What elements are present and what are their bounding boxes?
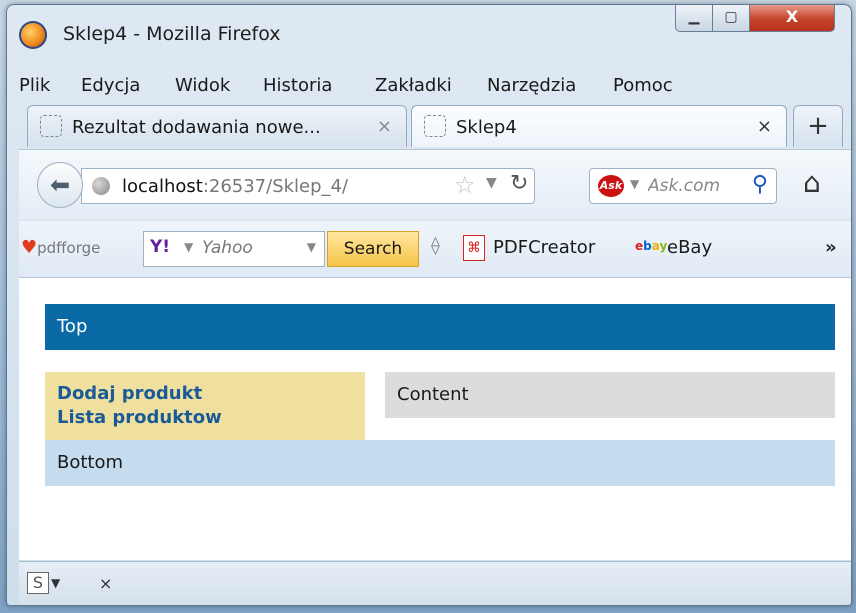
menu-bar: Plik Edycja Widok Historia Zakładki Narz… [7,67,851,103]
reload-icon[interactable]: ↻ [510,171,528,196]
ask-logo-icon[interactable]: Ask [598,175,624,197]
home-icon[interactable]: ⌂ [803,166,821,199]
globe-icon [92,177,110,195]
menu-item-pomoc[interactable]: Pomoc [613,75,673,96]
ebay-icon: ebay [635,239,668,253]
menu-item-plik[interactable]: Plik [19,75,50,96]
menu-item-zakladki[interactable]: Zakładki [375,75,452,96]
link-lista-produktow[interactable]: Lista produktow [57,406,353,430]
tab-label: Sklep4 [456,117,517,138]
page-content: Content [385,372,835,418]
bookmark-star-icon[interactable]: ☆ [454,171,476,199]
tab-sklep4[interactable]: Sklep4 × [411,105,787,147]
url-text: localhost:26537/Sklep_4/ [122,176,348,197]
title-bar: Sklep4 - Mozilla Firefox ▁ ▢ X [7,5,851,63]
url-bar[interactable]: localhost:26537/Sklep_4/ ☆ ▼ ↻ [81,168,535,204]
tab-rezultat[interactable]: Rezultat dodawania nowe... × [27,105,407,147]
link-dodaj-produkt[interactable]: Dodaj produkt [57,382,353,406]
addon-dropdown-icon[interactable]: ▼ [51,576,60,590]
search-input[interactable]: Ask.com [648,176,742,196]
bookmarks-toolbar: ♥pdfforge Y! ▼ Yahoo ▼ Search ⟠ ⌘ PDFCre… [19,221,851,278]
url-host: localhost [122,176,203,197]
minimize-button[interactable]: ▁ [675,5,713,32]
search-engine-dropdown-icon[interactable]: ▼ [630,177,639,191]
pdfcreator-icon: ⌘ [463,235,485,261]
yahoo-search-box[interactable]: Y! ▼ Yahoo ▼ [143,231,325,267]
window-title: Sklep4 - Mozilla Firefox [63,23,281,45]
yahoo-engine-dropdown-icon[interactable]: ▼ [184,240,193,254]
url-path: :26537/Sklep_4/ [202,176,349,197]
page-bottom-bar: Bottom [45,440,835,486]
page-top-bar: Top [45,304,835,350]
tab-close-icon[interactable]: × [757,116,772,137]
maximize-button[interactable]: ▢ [712,5,750,32]
tab-label: Rezultat dodawania nowe... [72,117,321,138]
firefox-logo-icon[interactable] [19,21,47,49]
yahoo-search-input[interactable]: Yahoo [202,238,253,258]
addon-bar: S ▼ × [19,561,851,605]
yahoo-logo-icon: Y! [150,237,171,257]
menu-item-edycja[interactable]: Edycja [81,75,140,96]
history-dropdown-icon[interactable]: ▼ [486,175,497,191]
page-icon [40,115,62,137]
tab-close-icon[interactable]: × [377,116,392,137]
page-icon [424,115,446,137]
pdfforge-heart-icon: ♥ [21,237,38,258]
toolbar-separator-icon: ⟠ [431,235,440,256]
yahoo-history-dropdown-icon[interactable]: ▼ [307,240,316,254]
addon-s-icon[interactable]: S [27,572,49,594]
back-button[interactable]: ⬅ [37,162,83,208]
more-bookmarks-chevron-icon[interactable]: » [825,237,837,258]
page-viewport: Top Dodaj produkt Lista produktow Conten… [19,278,851,560]
new-tab-button[interactable]: + [793,105,843,147]
search-box[interactable]: Ask ▼ Ask.com ⚲ [589,168,777,204]
addon-bar-close-icon[interactable]: × [99,574,112,593]
menu-item-historia[interactable]: Historia [263,75,332,96]
navigation-toolbar: localhost:26537/Sklep_4/ ☆ ▼ ↻ ⬅ Ask ▼ A… [19,149,851,220]
ebay-link[interactable]: eBay [667,237,712,258]
menu-item-narzedzia[interactable]: Narzędzia [487,75,576,96]
pdfforge-logo[interactable]: ♥pdfforge [21,237,100,258]
search-icon[interactable]: ⚲ [752,172,768,197]
pdfcreator-link[interactable]: PDFCreator [493,237,595,258]
firefox-window: Sklep4 - Mozilla Firefox ▁ ▢ X Plik Edyc… [6,4,852,606]
yahoo-search-button[interactable]: Search [327,231,419,267]
close-window-button[interactable]: X [749,5,835,32]
menu-item-widok[interactable]: Widok [175,75,230,96]
page-left-menu: Dodaj produkt Lista produktow [45,372,365,440]
